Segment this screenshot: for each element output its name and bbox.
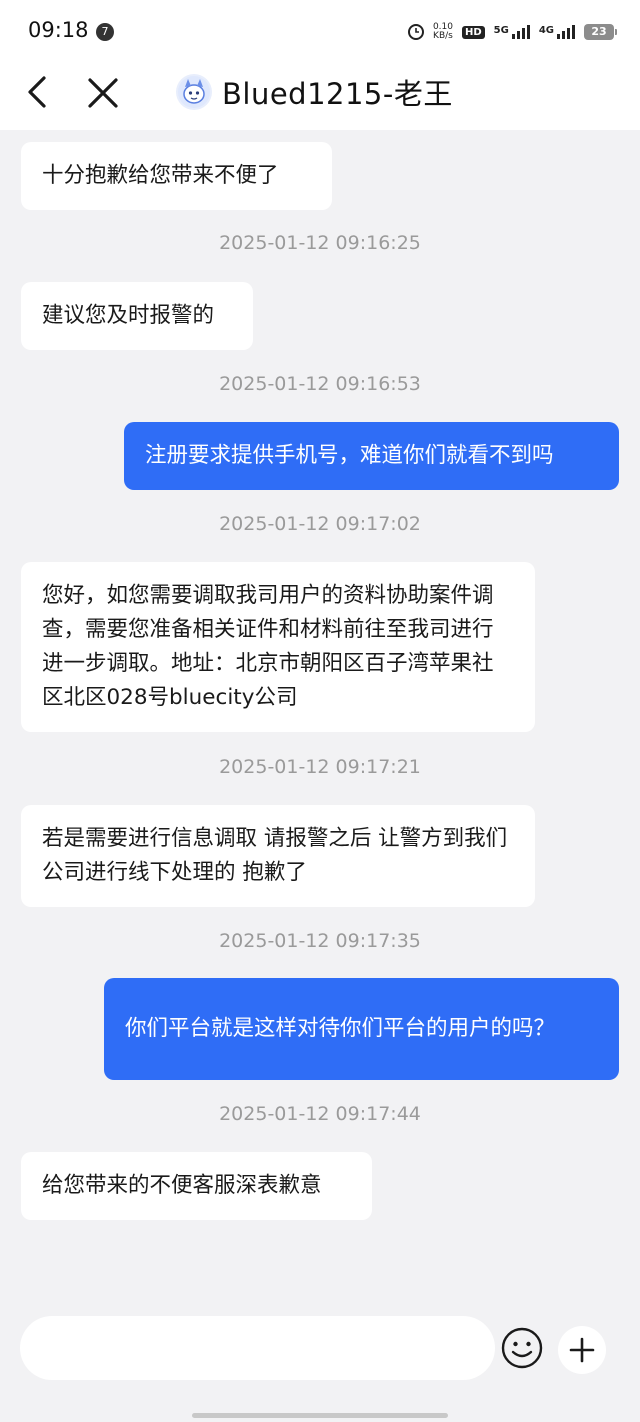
message-text: 若是需要进行信息调取 请报警之后 让警方到我们公司进行线下处理的 抱歉了 (42, 826, 508, 885)
more-options-button[interactable] (558, 1326, 606, 1374)
plus-icon (569, 1337, 595, 1363)
incoming-message[interactable]: 十分抱歉给您带来不便了 (21, 142, 332, 210)
message-timestamp: 2025-01-12 09:16:25 (219, 232, 421, 254)
network-speed-unit: KB/s (433, 31, 453, 41)
outgoing-message[interactable]: 注册要求提供手机号，难道你们就看不到吗 (124, 422, 619, 490)
home-indicator[interactable] (192, 1413, 448, 1418)
message-timestamp: 2025-01-12 09:17:44 (219, 1103, 421, 1125)
status-bar: 09:18 7 0.10 KB/s HD 5G 4G 23 (0, 0, 640, 62)
close-icon (88, 78, 118, 108)
back-button[interactable] (22, 70, 62, 114)
message-text: 注册要求提供手机号，难道你们就看不到吗 (145, 443, 554, 468)
incoming-message[interactable]: 建议您及时报警的 (21, 282, 253, 350)
hd-voice-icon: HD (461, 25, 485, 39)
status-time: 09:18 (28, 18, 89, 42)
chat-title: Blued1215-老王 (222, 77, 453, 111)
message-timestamp: 2025-01-12 09:17:35 (219, 930, 421, 952)
message-text: 给您带来的不便客服深表歉意 (42, 1173, 322, 1198)
chevron-left-icon (28, 76, 46, 108)
close-button[interactable] (84, 70, 124, 114)
message-text: 十分抱歉给您带来不便了 (42, 163, 279, 188)
emoji-button[interactable] (500, 1326, 544, 1370)
status-indicators: 0.10 KB/s HD 5G 4G 23 (407, 20, 617, 44)
avatar[interactable] (176, 74, 212, 110)
emoji-icon (501, 1327, 543, 1369)
battery-icon: 23 (584, 24, 617, 40)
signal-5g-label: 5G (493, 25, 509, 36)
chat-header: Blued1215-老王 (0, 62, 640, 130)
notification-count-badge: 7 (96, 23, 114, 41)
incoming-message[interactable]: 若是需要进行信息调取 请报警之后 让警方到我们公司进行线下处理的 抱歉了 (21, 805, 535, 907)
incoming-message[interactable]: 给您带来的不便客服深表歉意 (21, 1152, 372, 1220)
signal-4g-icon: 4G (539, 25, 575, 39)
outgoing-message[interactable]: 你们平台就是这样对待你们平台的用户的吗？ (104, 978, 619, 1080)
signal-4g-label: 4G (538, 25, 554, 36)
message-input[interactable] (20, 1316, 495, 1380)
message-text: 建议您及时报警的 (42, 303, 215, 328)
message-timestamp: 2025-01-12 09:16:53 (219, 373, 421, 395)
signal-5g-icon: 5G (494, 25, 530, 39)
alarm-icon (407, 24, 424, 40)
message-text: 您好，如您需要调取我司用户的资料协助案件调查，需要您准备相关证件和材料前往至我司… (42, 583, 494, 710)
input-bar (0, 1300, 640, 1400)
incoming-message[interactable]: 您好，如您需要调取我司用户的资料协助案件调查，需要您准备相关证件和材料前往至我司… (21, 562, 535, 732)
message-text: 你们平台就是这样对待你们平台的用户的吗？ (125, 1016, 556, 1041)
message-timestamp: 2025-01-12 09:17:02 (219, 513, 421, 535)
chat-title-area: Blued1215-老王 (176, 72, 453, 112)
bot-avatar-icon (178, 76, 210, 108)
message-timestamp: 2025-01-12 09:17:21 (219, 756, 421, 778)
network-speed: 0.10 KB/s (433, 23, 453, 41)
